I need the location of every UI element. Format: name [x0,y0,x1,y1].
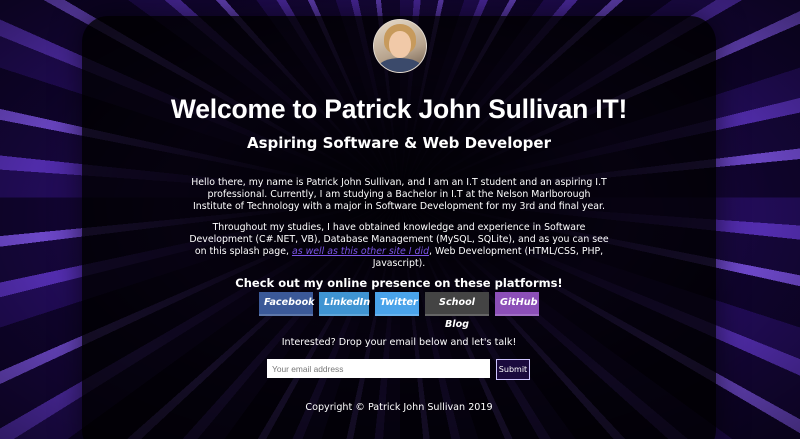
other-site-link[interactable]: as well as this other site I did [292,246,429,257]
copyright-text: Copyright © Patrick John Sullivan 2019 [305,402,493,413]
email-prompt: Interested? Drop your email below and le… [281,337,517,348]
github-button[interactable]: GitHub [495,292,539,316]
presence-heading: Check out my online presence on these pl… [235,276,563,290]
page-subtitle: Aspiring Software & Web Developer [247,134,551,152]
school-blog-button[interactable]: School Blog [425,292,489,330]
intro-paragraph-2: Throughout my studies, I have obtained k… [189,222,609,270]
social-links: Facebook LinkedIn Twitter School Blog Gi… [82,292,716,330]
linkedin-button[interactable]: LinkedIn [319,292,370,316]
facebook-button[interactable]: Facebook [259,292,315,316]
intro-paragraph-1: Hello there, my name is Patrick John Sul… [191,177,607,212]
page-title: Welcome to Patrick John Sullivan IT! [170,94,628,124]
email-form: Submit [267,359,530,380]
twitter-button[interactable]: Twitter [375,292,419,316]
submit-button[interactable]: Submit [496,359,530,380]
avatar [373,19,427,73]
email-input[interactable] [267,359,490,378]
